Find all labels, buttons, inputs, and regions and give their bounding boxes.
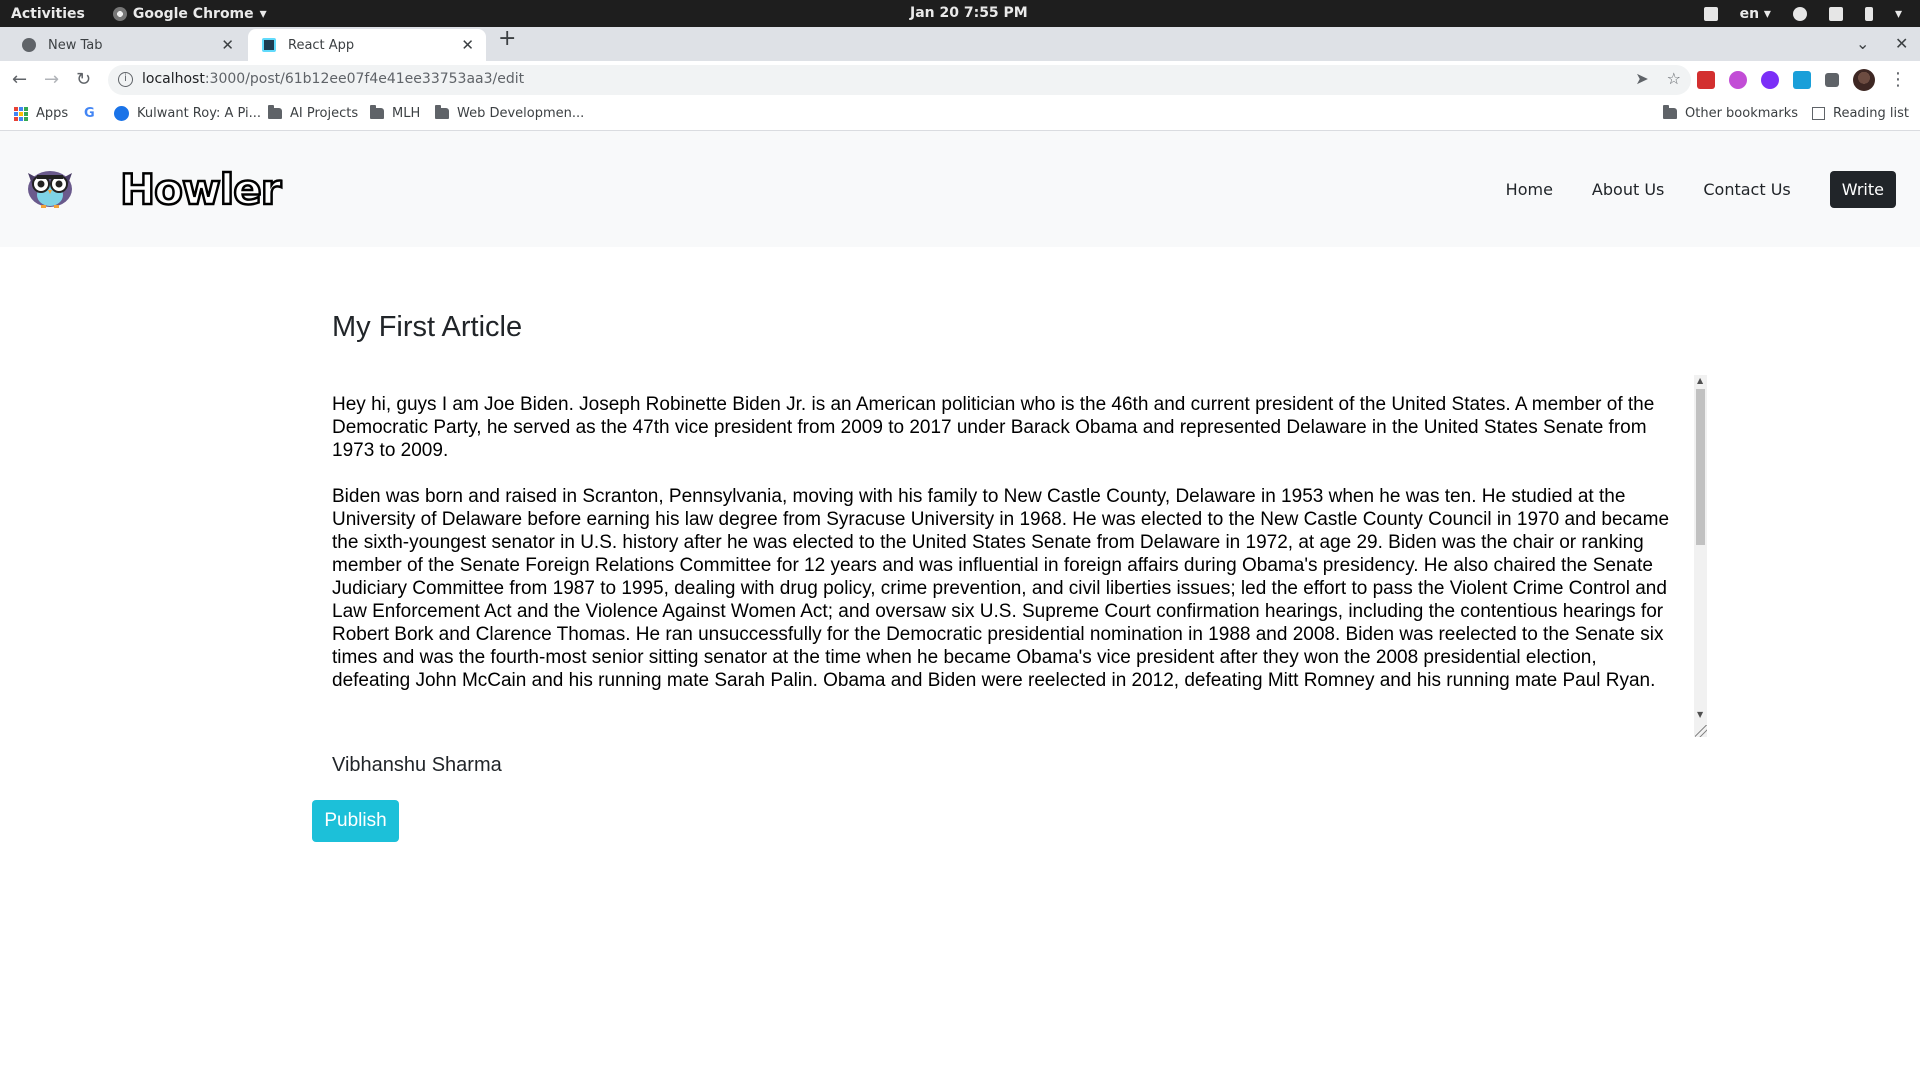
url-text[interactable]: localhost:3000/post/61b12ee07f4e41ee3375… xyxy=(142,71,524,87)
wifi-icon[interactable] xyxy=(1792,6,1807,21)
site-icon xyxy=(114,106,129,121)
bookmark-apps[interactable]: Apps xyxy=(14,106,68,121)
textarea-scrollbar[interactable]: ▲ ▼ xyxy=(1694,375,1707,737)
nav-home[interactable]: Home xyxy=(1506,180,1553,199)
new-tab-button[interactable]: + xyxy=(498,26,516,51)
reading-list-icon xyxy=(1812,107,1825,120)
scrollbar-thumb[interactable] xyxy=(1696,389,1705,545)
scroll-up-arrow-icon[interactable]: ▲ xyxy=(1697,376,1703,385)
site-navbar: Howler Home About Us Contact Us Write xyxy=(0,131,1920,247)
write-button[interactable]: Write xyxy=(1829,171,1896,208)
power-menu-icon[interactable]: ▾ xyxy=(1895,6,1902,22)
volume-icon[interactable] xyxy=(1828,6,1843,21)
author-name: Vibhanshu Sharma xyxy=(332,754,502,776)
app-menu[interactable]: Google Chrome ▾ xyxy=(112,5,267,22)
language-indicator[interactable]: en ▾ xyxy=(1740,6,1771,22)
article-paragraph: Biden was born and raised in Scranton, P… xyxy=(332,486,1670,691)
apps-grid-icon xyxy=(14,106,28,121)
article-title-input[interactable]: My First Article xyxy=(332,311,1708,344)
site-nav-links: Home About Us Contact Us Write xyxy=(1506,171,1896,208)
bookmark-star-icon[interactable]: ☆ xyxy=(1667,69,1681,88)
language-label: en xyxy=(1739,5,1760,22)
tab-title: New Tab xyxy=(48,37,103,53)
edit-article-form: My First Article Hey hi, guys I am Joe B… xyxy=(332,311,1708,776)
chrome-icon xyxy=(22,38,36,52)
bookmark-label: AI Projects xyxy=(290,106,359,121)
folder-icon xyxy=(370,105,384,119)
tab-strip: New Tab ✕ React App ✕ + ⌄ ✕ xyxy=(0,26,1920,61)
close-icon[interactable]: ✕ xyxy=(461,36,474,54)
system-top-bar: Activities Google Chrome ▾ Jan 20 7:55 P… xyxy=(0,0,1920,27)
window-close-icon[interactable]: ✕ xyxy=(1895,34,1908,53)
owl-logo-icon[interactable] xyxy=(25,165,75,209)
tab-react-app[interactable]: React App ✕ xyxy=(248,29,486,61)
resize-handle-icon[interactable] xyxy=(1695,725,1707,737)
other-bookmarks[interactable]: Other bookmarks xyxy=(1663,105,1799,121)
publish-button[interactable]: Publish xyxy=(312,800,399,842)
chrome-icon xyxy=(112,6,127,21)
extension-icon[interactable] xyxy=(1761,71,1779,89)
clock[interactable]: Jan 20 7:55 PM xyxy=(910,0,1028,27)
reading-list-label: Reading list xyxy=(1833,106,1909,121)
folder-icon xyxy=(268,105,282,119)
bookmark-mlh[interactable]: MLH xyxy=(370,105,421,121)
bookmark-ai-projects[interactable]: AI Projects xyxy=(268,105,359,121)
article-body-text: Hey hi, guys I am Joe Biden. Joseph Robi… xyxy=(332,393,1677,715)
extension-icon[interactable] xyxy=(1729,71,1747,89)
nav-about-us[interactable]: About Us xyxy=(1592,180,1664,199)
bookmarks-bar: Apps G Kulwant Roy: A Pi... AI Projects … xyxy=(0,98,1920,131)
bookmark-web-development[interactable]: Web Developmen... xyxy=(435,105,585,121)
folder-icon xyxy=(1663,105,1677,119)
article-body-textarea[interactable]: Hey hi, guys I am Joe Biden. Joseph Robi… xyxy=(332,375,1707,737)
screenshot-extension-icon[interactable] xyxy=(1793,71,1811,89)
reload-icon[interactable]: ↻ xyxy=(76,69,91,90)
bookmark-label: Apps xyxy=(36,106,69,121)
menu-kebab-icon[interactable]: ⋮ xyxy=(1889,71,1907,89)
extension-icon[interactable] xyxy=(1697,71,1715,89)
url-host: localhost xyxy=(142,71,205,87)
app-name: Google Chrome xyxy=(132,5,254,22)
folder-icon xyxy=(435,105,449,119)
brand-logo-text[interactable]: Howler xyxy=(119,164,283,216)
bookmark-kulwant-roy[interactable]: Kulwant Roy: A Pi... xyxy=(114,106,261,121)
profile-avatar[interactable] xyxy=(1853,69,1875,91)
tab-new-tab[interactable]: New Tab ✕ xyxy=(8,29,246,61)
battery-icon[interactable] xyxy=(1864,6,1873,21)
close-icon[interactable]: ✕ xyxy=(221,36,234,54)
tab-search-icon[interactable]: ⌄ xyxy=(1856,34,1869,53)
screen-icon[interactable] xyxy=(1703,6,1718,21)
url-path: :3000/post/61b12ee07f4e41ee33753aa3/edit xyxy=(204,71,525,87)
address-bar[interactable]: i localhost:3000/post/61b12ee07f4e41ee33… xyxy=(108,65,1691,95)
page: Howler Home About Us Contact Us Write My… xyxy=(0,131,1920,1080)
other-bookmarks-label: Other bookmarks xyxy=(1685,106,1799,121)
forward-arrow-icon[interactable]: → xyxy=(44,69,59,90)
bookmark-label: MLH xyxy=(392,106,421,121)
bookmark-label: Web Developmen... xyxy=(457,106,585,121)
back-arrow-icon[interactable]: ← xyxy=(12,69,27,90)
tab-title: React App xyxy=(288,37,355,53)
google-icon: G xyxy=(84,106,95,121)
nav-contact-us[interactable]: Contact Us xyxy=(1703,180,1790,199)
info-icon[interactable]: i xyxy=(118,72,133,87)
react-icon xyxy=(262,38,276,52)
reading-list[interactable]: Reading list xyxy=(1812,106,1909,121)
bookmark-google[interactable]: G xyxy=(84,106,95,121)
activities-button[interactable]: Activities xyxy=(11,6,85,22)
chevron-down-icon: ▾ xyxy=(259,5,267,22)
bookmark-label: Kulwant Roy: A Pi... xyxy=(137,106,262,121)
scroll-down-arrow-icon[interactable]: ▼ xyxy=(1697,710,1703,719)
send-icon[interactable]: ➤ xyxy=(1635,69,1648,88)
article-paragraph: Hey hi, guys I am Joe Biden. Joseph Robi… xyxy=(332,394,1655,461)
browser-toolbar: ← → ↻ i localhost:3000/post/61b12ee07f4e… xyxy=(0,61,1920,98)
puzzle-extensions-icon[interactable] xyxy=(1825,73,1839,87)
